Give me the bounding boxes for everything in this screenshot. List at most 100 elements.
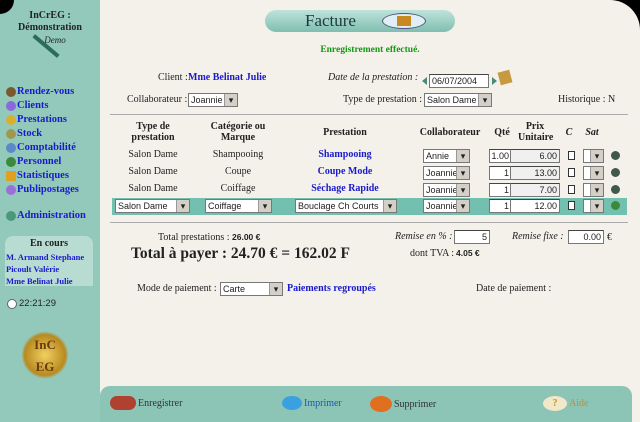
remise-fixe-input[interactable]: 0.00 xyxy=(568,230,604,244)
edit-sat-select[interactable] xyxy=(583,199,604,213)
nav-prestations[interactable]: Prestations xyxy=(6,114,67,125)
print-button[interactable]: Imprimer xyxy=(282,396,342,410)
prestations-icon xyxy=(6,114,16,125)
col-cat: Catégorie ou Marque xyxy=(210,121,266,143)
help-button[interactable]: ? Aide xyxy=(543,396,588,411)
row-collab-select[interactable]: Annie xyxy=(423,149,470,163)
app-title: InCrEG : xyxy=(29,10,71,21)
paiements-regroupes-link[interactable]: Paiements regroupés xyxy=(287,283,376,294)
comment-icon[interactable] xyxy=(568,201,575,210)
chart-icon xyxy=(6,170,16,181)
edit-prix-input[interactable]: 12.00 xyxy=(510,199,560,213)
accounting-icon xyxy=(6,142,16,153)
nav-label: Comptabilité xyxy=(17,142,76,153)
calendar-icon[interactable] xyxy=(497,69,513,86)
nav-clients[interactable]: Clients xyxy=(6,100,49,111)
collab-label: Collaborateur : xyxy=(127,94,188,105)
row-qte-input[interactable]: 1 xyxy=(489,166,512,180)
title-banner xyxy=(265,10,455,32)
row-qte-input[interactable]: 1.00 xyxy=(489,149,512,163)
row-prix-input[interactable]: 6.00 xyxy=(510,149,560,163)
nav-rendez-vous[interactable]: Rendez-vous xyxy=(6,86,74,97)
remise-fixe-label: Remise fixe : xyxy=(512,231,564,242)
en-cours-client[interactable]: Mme Belinat Julie xyxy=(6,276,73,286)
mailing-icon xyxy=(6,184,16,195)
en-cours-client[interactable]: Picoult Valérie xyxy=(6,264,59,274)
save-button[interactable]: Enregistrer xyxy=(110,396,182,410)
row-cat: Coiffage xyxy=(220,183,256,194)
col-sat: Sat xyxy=(585,127,599,138)
delete-button[interactable]: Supprimer xyxy=(370,396,436,412)
demo-label: Demo xyxy=(44,35,66,45)
remise-pct-input[interactable]: 5 xyxy=(454,230,490,244)
en-cours-client[interactable]: M. Armand Stephane xyxy=(6,252,84,262)
total-a-payer: Total à payer : 24.70 € = 162.02 F xyxy=(131,245,350,262)
nav-publipostages[interactable]: Publipostages xyxy=(6,184,79,195)
delete-line-icon[interactable] xyxy=(611,151,620,160)
clock-time: 22:21:29 xyxy=(19,298,56,309)
printer-icon xyxy=(282,396,302,410)
nav-statistiques[interactable]: Statistiques xyxy=(6,170,69,181)
edit-cat-select[interactable]: Coiffage xyxy=(205,199,272,213)
edit-qte-input[interactable]: 1 xyxy=(489,199,512,213)
nav-label: Administration xyxy=(17,210,86,221)
type-select[interactable]: Salon Dame xyxy=(424,93,492,107)
row-collab-select[interactable]: Joannie xyxy=(423,183,470,197)
col-type: Type de prestation xyxy=(131,121,175,143)
app-subtitle: Démonstration xyxy=(18,22,82,33)
delete-line-icon[interactable] xyxy=(611,168,620,177)
row-prestation[interactable]: Coupe Mode xyxy=(290,166,400,177)
row-sat-select[interactable] xyxy=(583,149,604,163)
add-line-icon[interactable] xyxy=(611,201,620,210)
edit-type-select[interactable]: Salon Dame xyxy=(115,199,190,213)
edit-prestation-select[interactable]: Bouclage Ch Courts xyxy=(295,199,397,213)
row-prestation[interactable]: Séchage Rapide xyxy=(290,183,400,194)
next-date-icon[interactable] xyxy=(492,77,497,85)
row-sat-select[interactable] xyxy=(583,183,604,197)
client-name[interactable]: Mme Belinat Julie xyxy=(188,72,266,83)
row-sat-select[interactable] xyxy=(583,166,604,180)
prev-date-icon[interactable] xyxy=(422,77,427,85)
calendar-icon xyxy=(6,86,16,97)
date-input[interactable]: 06/07/2004 xyxy=(429,74,489,88)
date-label: Date de la prestation : xyxy=(328,72,419,83)
type-label: Type de prestation : xyxy=(343,94,422,105)
divider xyxy=(110,114,628,115)
edit-collab-select[interactable]: Joannie xyxy=(423,199,470,213)
en-cours-title: En cours xyxy=(29,238,69,249)
nav-administration[interactable]: Administration xyxy=(6,210,86,221)
client-icon xyxy=(6,100,16,111)
payment-mode-select[interactable]: Carte xyxy=(220,282,283,296)
row-prestation[interactable]: Shampooing xyxy=(290,149,400,160)
comment-icon[interactable] xyxy=(568,168,575,177)
delete-line-icon[interactable] xyxy=(611,185,620,194)
row-prix-input[interactable]: 7.00 xyxy=(510,183,560,197)
row-qte-input[interactable]: 1 xyxy=(489,183,512,197)
print-label: Imprimer xyxy=(304,397,342,409)
computer-icon xyxy=(6,210,16,221)
nav-label: Clients xyxy=(17,100,49,111)
stock-icon xyxy=(6,128,16,139)
nav-comptabilite[interactable]: Comptabilité xyxy=(6,142,76,153)
remise-pct-label: Remise en % : xyxy=(395,231,453,242)
increg-logo: InC EG xyxy=(22,330,68,380)
nav-stock[interactable]: Stock xyxy=(6,128,42,139)
sidebar: InCrEG : Démonstration Demo Rendez-vous … xyxy=(0,0,100,422)
col-qte: Qté xyxy=(494,127,510,138)
clock-icon xyxy=(7,299,17,309)
main-panel: Facture Enregistrement effectué. Client … xyxy=(100,0,640,422)
row-prix-input[interactable]: 13.00 xyxy=(510,166,560,180)
row-type: Salon Dame xyxy=(128,183,178,194)
row-collab-select[interactable]: Joannie xyxy=(423,166,470,180)
total-label: Total prestations : xyxy=(158,232,230,243)
col-prestation: Prestation xyxy=(323,127,367,138)
payment-mode-label: Mode de paiement : xyxy=(137,283,217,294)
nav-personnel[interactable]: Personnel xyxy=(6,156,61,167)
trash-icon xyxy=(370,396,392,412)
comment-icon[interactable] xyxy=(568,185,575,194)
collab-select[interactable]: Joannie xyxy=(188,93,238,107)
comment-icon[interactable] xyxy=(568,151,575,160)
col-collab: Collaborateur xyxy=(419,127,481,138)
status-message: Enregistrement effectué. xyxy=(320,45,420,55)
tva-value: 4.05 € xyxy=(456,248,480,258)
